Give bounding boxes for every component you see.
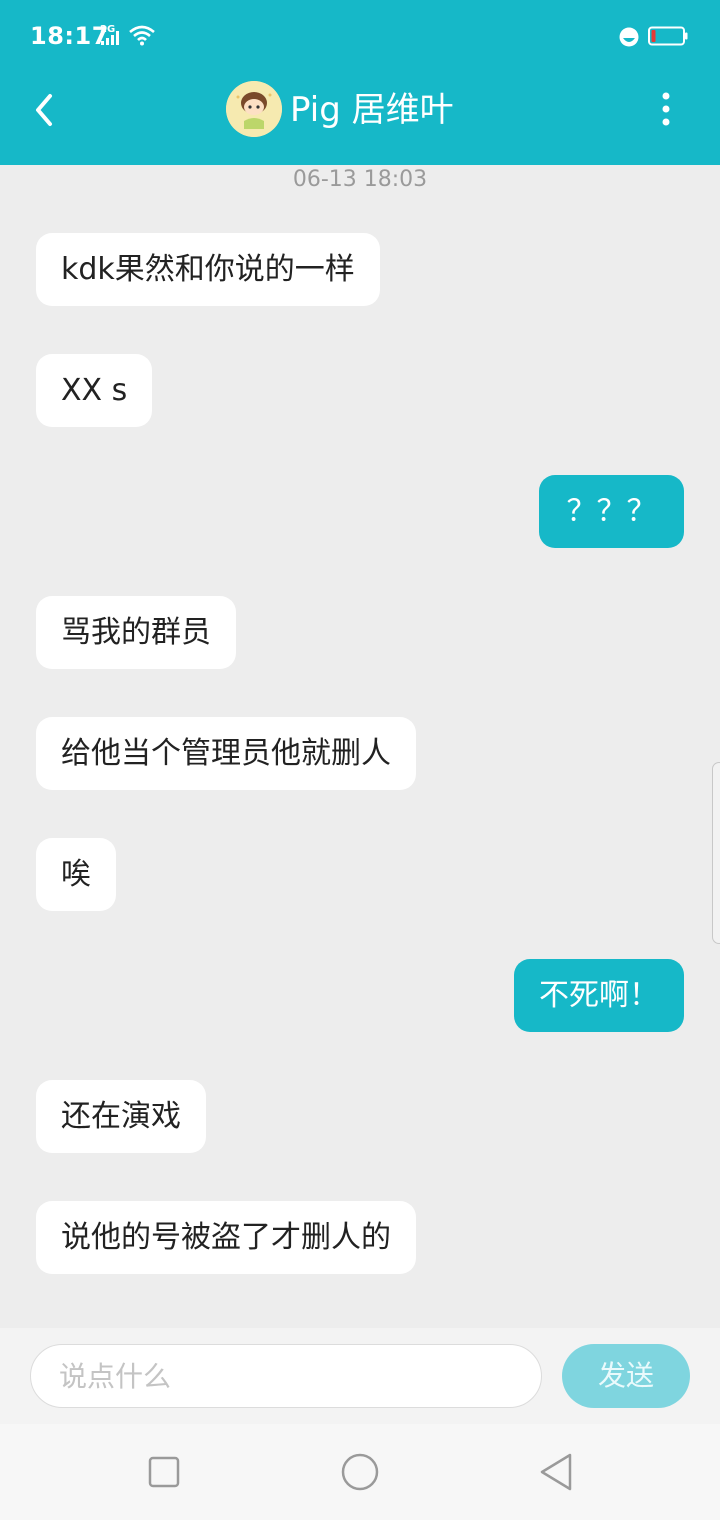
input-bar: 发送 [0,1328,720,1424]
message-timestamp: 06-13 18:03 [292,167,428,192]
message-bubble-received[interactable]: 给他当个管理员他就删人 [36,717,416,790]
more-vertical-icon[interactable] [656,90,676,130]
message-bubble-sent[interactable]: ？？？ [539,475,684,548]
back-icon[interactable] [538,1452,574,1492]
avatar[interactable] [226,81,282,137]
message-bubble-received[interactable]: XX s [36,354,153,427]
scroll-handle[interactable] [712,762,720,944]
signal-icon [101,31,119,45]
chat-title[interactable]: Pig 居维叶 [290,88,454,132]
message-bubble-received[interactable]: 还在演戏 [36,1080,206,1153]
message-bubble-sent[interactable]: 不死啊！ [514,959,684,1032]
send-button[interactable]: 发送 [562,1344,690,1408]
do-not-disturb-icon [619,27,639,47]
recent-apps-icon[interactable] [148,1456,180,1488]
home-icon[interactable] [340,1452,380,1492]
top-bar: 18:17 2G Pig 居维叶 [0,0,720,165]
message-input[interactable] [30,1344,542,1408]
wifi-icon [129,25,155,46]
back-arrow-icon[interactable] [28,90,60,130]
message-bubble-received[interactable]: kdk果然和你说的一样 [36,233,380,306]
status-time: 18:17 [30,22,109,50]
system-navigation-bar [0,1424,720,1520]
battery-low-icon [648,26,688,46]
message-bubble-received[interactable]: 唉 [36,838,116,911]
message-bubble-received[interactable]: 骂我的群员 [36,596,236,669]
message-bubble-received[interactable]: 说他的号被盗了才删人的 [36,1201,416,1274]
